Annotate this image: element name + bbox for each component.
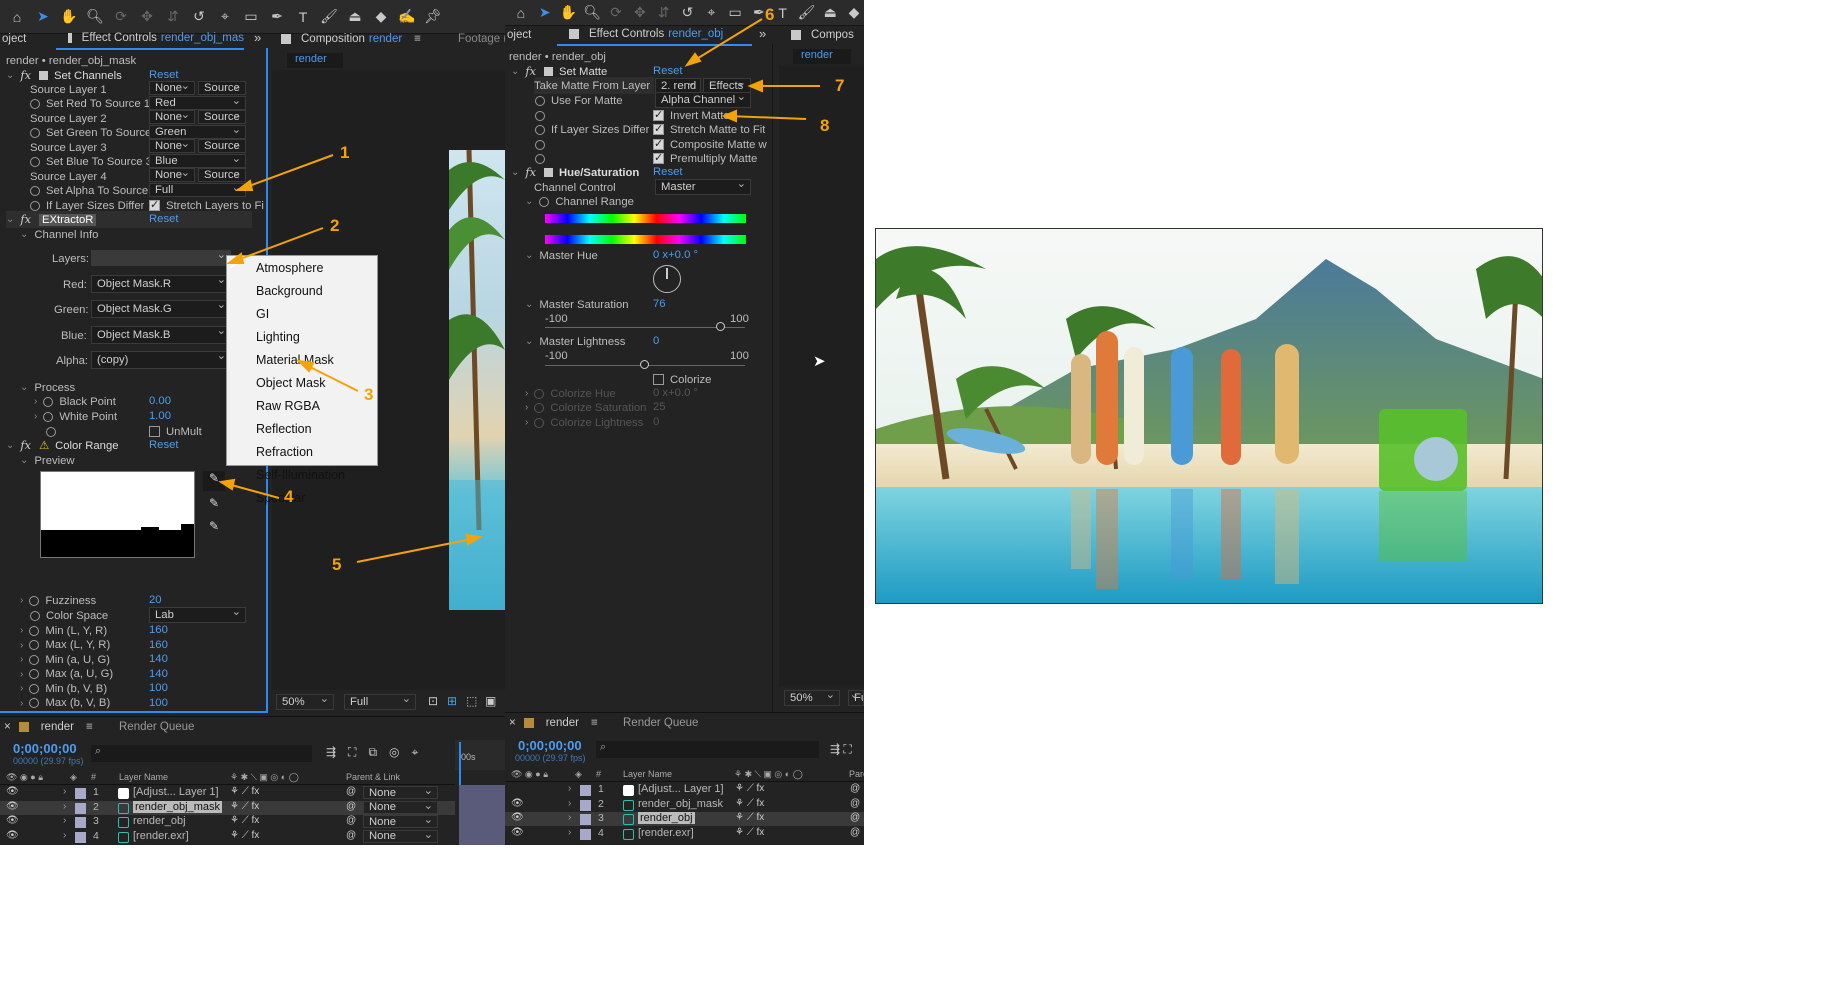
annotation-3: 3 [364,385,374,404]
annotation-8: 8 [820,116,830,135]
annotation-2: 2 [330,216,340,235]
annotation-arrows [218,18,820,563]
annotation-5: 5 [332,555,342,574]
annotation-4: 4 [284,487,294,506]
annotation-6: 6 [765,5,775,24]
annotation-1: 1 [340,143,350,162]
annotation-7: 7 [835,76,845,95]
